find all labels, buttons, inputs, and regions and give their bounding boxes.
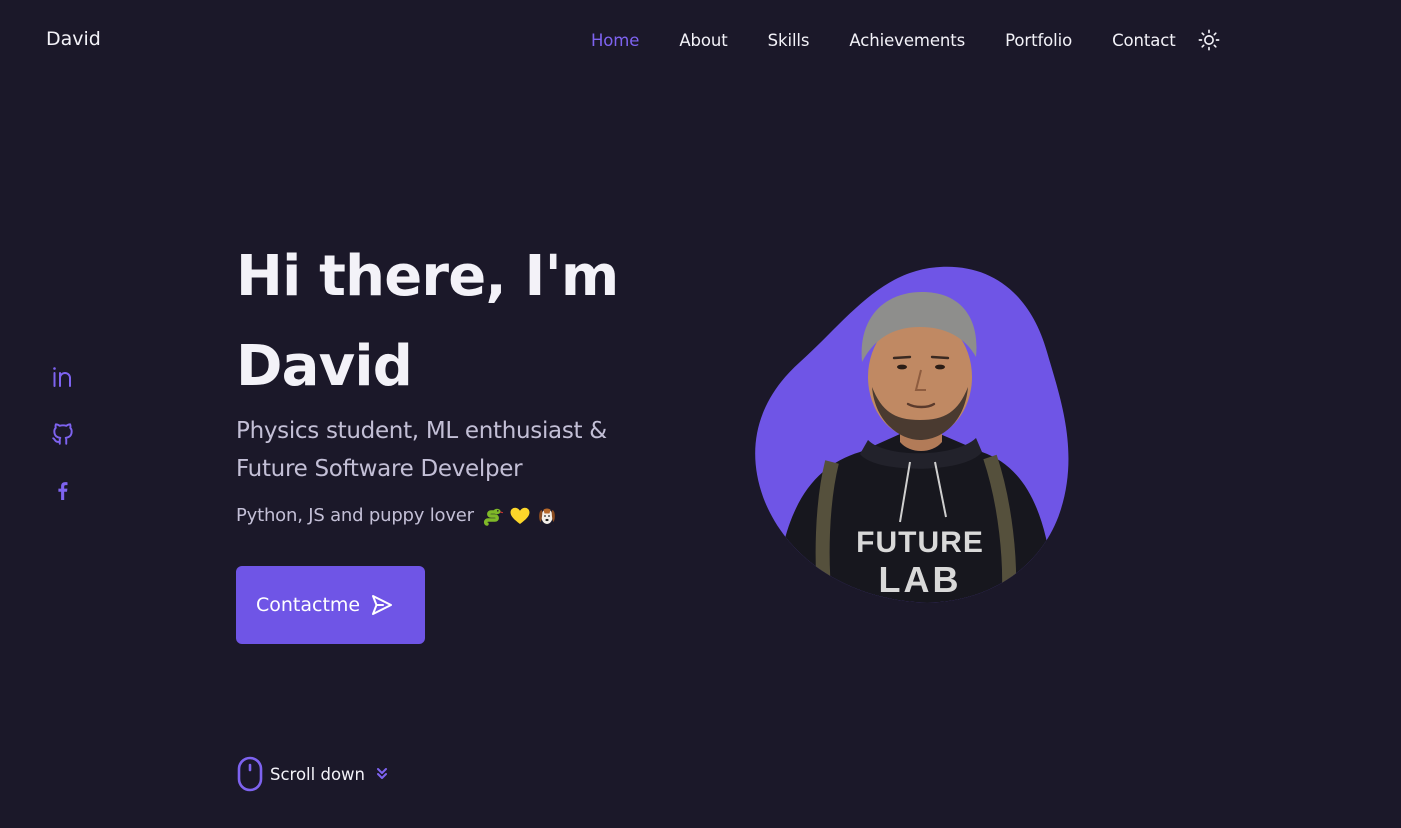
- social-links: [50, 364, 76, 504]
- nav-portfolio[interactable]: Portfolio: [1005, 31, 1072, 50]
- nav-achievements[interactable]: Achievements: [849, 31, 965, 50]
- nav-about[interactable]: About: [679, 31, 727, 50]
- dog-icon: [536, 505, 558, 527]
- hero-title: Hi there, I'm David: [236, 232, 696, 412]
- hero-subtitle: Physics student, ML enthusiast & Future …: [236, 412, 696, 488]
- sun-icon[interactable]: [1198, 29, 1220, 51]
- shirt-text: FUTURE: [856, 526, 984, 559]
- github-icon[interactable]: [50, 421, 76, 447]
- hero-subtitle-line2: Future Software Develper: [236, 456, 523, 482]
- hero-description: Python, JS and puppy lover: [236, 502, 696, 530]
- logo[interactable]: David: [46, 28, 101, 50]
- svg-text:LAB: LAB: [879, 559, 962, 600]
- scroll-down-link[interactable]: Scroll down: [236, 756, 389, 792]
- hero-subtitle-line1: Physics student, ML enthusiast &: [236, 418, 607, 444]
- facebook-icon[interactable]: [50, 478, 76, 504]
- send-icon: [372, 595, 393, 615]
- scroll-down-label: Scroll down: [270, 764, 365, 784]
- hero-title-line2: David: [236, 334, 413, 399]
- contact-me-label: Contactme: [256, 594, 361, 616]
- nav-contact[interactable]: Contact: [1112, 31, 1176, 50]
- contact-me-button[interactable]: Contactme: [236, 566, 425, 644]
- double-chevron-down-icon: [377, 768, 387, 779]
- portfolio-home-page: David Home About Skills Achievements Por…: [0, 0, 1401, 828]
- yellow-heart-icon: [509, 505, 531, 527]
- linkedin-icon[interactable]: [50, 364, 76, 390]
- hero-text: Hi there, I'm David Physics student, ML …: [236, 232, 696, 530]
- snake-icon: [482, 505, 504, 527]
- profile-image: FUTURE LAB: [750, 262, 1075, 607]
- nav-home[interactable]: Home: [591, 31, 639, 50]
- mouse-icon: [237, 756, 263, 792]
- main-nav: Home About Skills Achievements Portfolio…: [591, 28, 1220, 52]
- hero-description-text: Python, JS and puppy lover: [236, 505, 474, 526]
- nav-skills[interactable]: Skills: [768, 31, 810, 50]
- hero-title-line1: Hi there, I'm: [236, 244, 619, 309]
